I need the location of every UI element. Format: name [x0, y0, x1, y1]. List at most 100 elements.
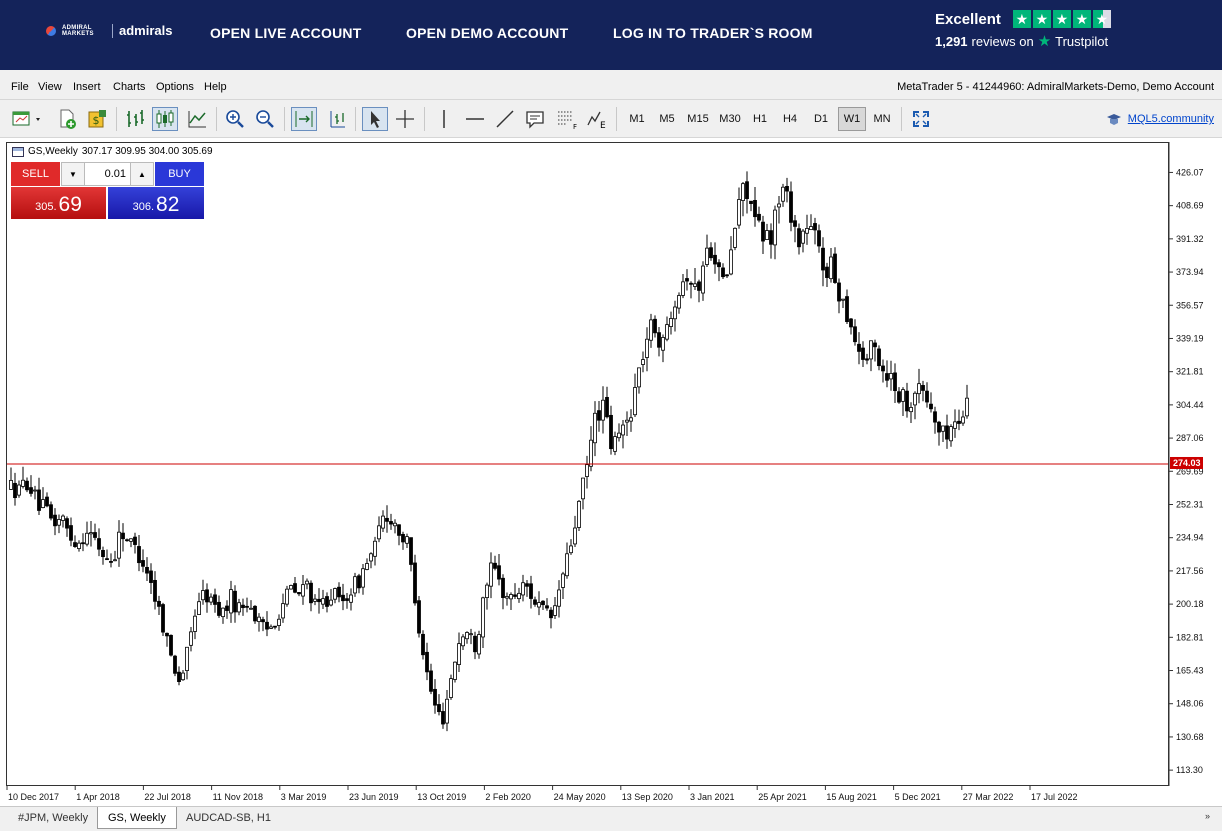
candle-bull: [281, 603, 285, 619]
timeframe-d1[interactable]: D1: [807, 107, 835, 131]
candle-bull: [113, 559, 117, 562]
trustpilot-widget[interactable]: Excellent ★ ★ ★ ★ ★ 1,291 reviews on ★ T…: [935, 10, 1111, 50]
star-icon: ★: [1072, 10, 1091, 28]
candle-bull: [505, 596, 509, 599]
chart-area[interactable]: GS,Weekly 307.17 309.95 304.00 305.69 SE…: [6, 142, 1169, 786]
candle-bull: [249, 607, 253, 610]
candle-bull: [569, 545, 573, 554]
candle-bear: [905, 390, 909, 412]
lot-increase-button[interactable]: ▲: [130, 162, 154, 186]
candle-bull: [565, 553, 569, 577]
timeframe-h4[interactable]: H4: [776, 107, 804, 131]
zoom-out-button[interactable]: [252, 107, 278, 131]
zoom-in-button[interactable]: [222, 107, 248, 131]
candle-bull: [889, 373, 893, 380]
vertical-line-button[interactable]: [431, 107, 457, 131]
tab-gs-weekly[interactable]: GS, Weekly: [97, 807, 177, 829]
timeframe-w1[interactable]: W1: [838, 107, 866, 131]
tab-audcad-h1[interactable]: AUDCAD-SB, H1: [176, 807, 281, 829]
trustpilot-brand: Trustpilot: [1055, 33, 1109, 49]
autoscroll-button[interactable]: [291, 107, 317, 131]
chart-shift-button[interactable]: [323, 107, 349, 131]
candle-bull: [633, 387, 637, 416]
timeframe-m30[interactable]: M30: [715, 107, 745, 131]
candle-bull: [645, 338, 649, 358]
candle-bull: [949, 426, 953, 442]
new-chart-button[interactable]: [10, 107, 46, 131]
candle-bear: [689, 282, 693, 285]
horizontal-line-button[interactable]: [462, 107, 488, 131]
menu-insert[interactable]: Insert: [73, 81, 101, 93]
candle-bear: [385, 517, 389, 522]
line-chart-button[interactable]: [184, 107, 210, 131]
sell-button[interactable]: SELL: [11, 162, 60, 186]
lot-size-input[interactable]: 0.01: [85, 162, 130, 186]
candle-bear: [433, 688, 437, 706]
menu-file[interactable]: File: [11, 81, 29, 93]
price-tick-label: 182.81: [1176, 632, 1204, 642]
candle-bull: [185, 646, 189, 671]
timeframe-m1[interactable]: M1: [623, 107, 651, 131]
bar-chart-button[interactable]: [122, 107, 148, 131]
candle-bear: [341, 594, 345, 602]
buy-price-base: 306.: [132, 201, 155, 213]
candlestick-chart[interactable]: [7, 143, 1169, 786]
timeframe-h1[interactable]: H1: [746, 107, 774, 131]
profiles-button[interactable]: [54, 107, 80, 131]
buy-price[interactable]: 306. 82: [108, 187, 204, 219]
candle-bear: [409, 537, 413, 565]
candlestick-chart-button[interactable]: [152, 107, 178, 131]
candle-bull: [673, 306, 677, 320]
trendline-button[interactable]: [492, 107, 518, 131]
price-axis[interactable]: 426.07 408.69 391.32 373.94 356.57 339.19 321.…: [1168, 142, 1222, 786]
timeframe-m5[interactable]: M5: [653, 107, 681, 131]
lot-decrease-button[interactable]: ▼: [61, 162, 85, 186]
candle-bear: [937, 421, 941, 433]
timeframe-mn[interactable]: MN: [868, 107, 896, 131]
candle-bear: [317, 598, 321, 603]
fibonacci-button[interactable]: F: [553, 107, 579, 131]
admirals-logo[interactable]: ADMIRAL MARKETS admirals: [46, 23, 172, 38]
fullscreen-icon: [913, 111, 929, 127]
tab-jpm-weekly[interactable]: #JPM, Weekly: [8, 807, 98, 829]
candle-bear: [437, 704, 441, 713]
market-watch-button[interactable]: $: [84, 107, 110, 131]
zoom-in-icon: [226, 110, 244, 128]
menu-help[interactable]: Help: [204, 81, 227, 93]
open-live-account-link[interactable]: OPEN LIVE ACCOUNT: [210, 25, 361, 41]
open-demo-account-link[interactable]: OPEN DEMO ACCOUNT: [406, 25, 568, 41]
candle-bear: [501, 577, 505, 598]
elliott-wave-button[interactable]: E: [584, 107, 610, 131]
candle-bull: [601, 399, 605, 421]
candle-bear: [125, 539, 129, 542]
candle-bull: [617, 432, 621, 439]
mql5-community-link[interactable]: MQL5.community: [1106, 112, 1214, 126]
menu-options[interactable]: Options: [156, 81, 194, 93]
candle-bull: [349, 594, 353, 603]
candle-bear: [921, 385, 925, 391]
star-icon: ★: [1012, 10, 1031, 28]
cursor-tool-button[interactable]: [362, 107, 388, 131]
candle-bear: [657, 332, 661, 348]
price-tick-label: 304.44: [1176, 400, 1204, 410]
menu-view[interactable]: View: [38, 81, 62, 93]
trader-room-login-link[interactable]: LOG IN TO TRADER`S ROOM: [613, 25, 813, 41]
candle-bull: [613, 436, 617, 452]
menu-charts[interactable]: Charts: [113, 81, 145, 93]
candle-bull: [365, 563, 369, 570]
time-axis[interactable]: 10 Dec 2017 1 Apr 2018 22 Jul 2018 11 Nov 2…: [6, 786, 1169, 806]
sell-price[interactable]: 305. 69: [11, 187, 106, 219]
tabs-scroll-icon[interactable]: »: [1205, 811, 1210, 821]
fullscreen-button[interactable]: [908, 107, 934, 131]
timeframe-m15[interactable]: M15: [683, 107, 713, 131]
buy-button[interactable]: BUY: [155, 162, 204, 186]
text-label-button[interactable]: [522, 107, 548, 131]
logo-name: admirals: [119, 23, 173, 38]
crosshair-tool-button[interactable]: [392, 107, 418, 131]
candle-bear: [441, 711, 445, 725]
candle-bear: [793, 220, 797, 227]
candle-bull: [485, 584, 489, 598]
candle-bull: [537, 602, 541, 608]
candle-bear: [813, 223, 817, 231]
candle-bull: [269, 626, 273, 629]
